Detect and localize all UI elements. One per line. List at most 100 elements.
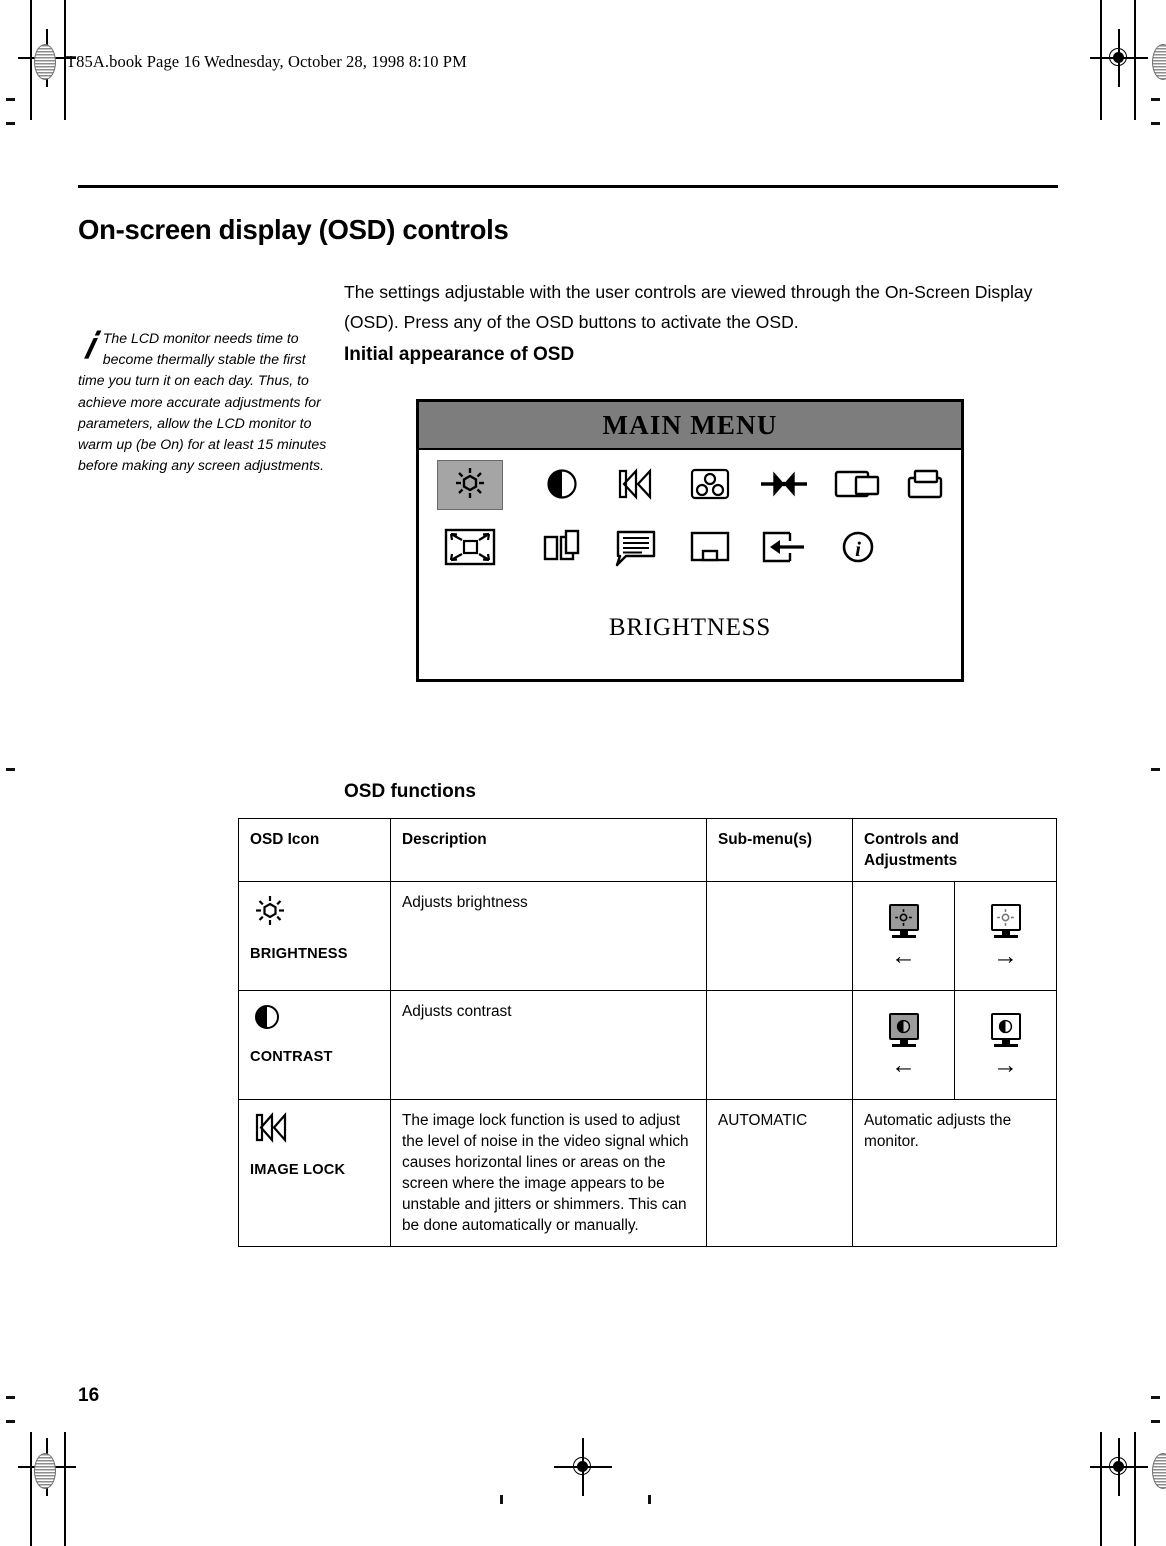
edge-tick-right-lower: [1151, 1396, 1160, 1399]
side-panels-icon: [543, 529, 580, 561]
trim-rule-left-inner-bottom: [64, 1432, 66, 1546]
edge-tick-left-lower2: [6, 1420, 15, 1423]
book-header-line: T85A.book Page 16 Wednesday, October 28,…: [66, 52, 467, 71]
page-title: On-screen display (OSD) controls: [78, 214, 509, 246]
edge-tick-right-middle: [1151, 768, 1160, 771]
row-control-decrease[interactable]: ←: [852, 990, 955, 1100]
left-arrow-icon: ←: [891, 942, 916, 970]
registration-mark-bottom-right: [1090, 1438, 1148, 1496]
subheading-initial-appearance: Initial appearance of OSD: [344, 343, 575, 365]
press-swirl-mark-top-right: [1152, 44, 1166, 80]
language-speech-bubble-icon: [615, 530, 656, 567]
scaling-four-arrows-icon: [444, 528, 496, 566]
row-description: The image lock function is used to adjus…: [390, 1099, 707, 1247]
row-icon-contrast: CONTRAST: [238, 990, 391, 1100]
title-rule: [78, 185, 1058, 188]
osd-item-exit[interactable]: [751, 522, 817, 572]
header-description: Description: [390, 818, 707, 882]
edge-tick-right-lower2: [1151, 1420, 1160, 1423]
osd-item-size[interactable]: [825, 460, 891, 510]
row-control-decrease[interactable]: ←: [852, 881, 955, 991]
osd-selected-label: BRIGHTNESS: [608, 614, 772, 641]
edge-tick-left-upper2: [6, 122, 15, 125]
osd-item-brightness[interactable]: [437, 460, 503, 510]
osd-item-image-lock[interactable]: [603, 460, 669, 510]
row-control-increase[interactable]: →: [953, 881, 1058, 991]
osd-screen-illustration: MAIN MENU i BRIGHTNESS: [416, 399, 964, 682]
edge-tick-right-upper: [1151, 98, 1160, 101]
row-description: Adjusts brightness: [390, 881, 707, 991]
row-icon-brightness: BRIGHTNESS: [238, 881, 391, 991]
trim-rule-left-outer: [30, 0, 32, 120]
row-icon-label: CONTRAST: [250, 1049, 333, 1065]
osd-title-text: MAIN MENU: [602, 409, 778, 440]
subheading-osd-functions: OSD functions: [344, 780, 476, 802]
table-row: BRIGHTNESS Adjusts brightness ← →: [238, 881, 1058, 991]
osd-position-icon: [690, 531, 730, 562]
row-icon-image-lock: IMAGE LOCK: [238, 1099, 391, 1247]
image-lock-chevron-icon: [255, 1112, 287, 1143]
edge-tick-bottom-right: [648, 1495, 651, 1504]
table-header-row: OSD Icon Description Sub-menu(s) Control…: [238, 818, 1058, 882]
info-note: 𝑖 The LCD monitor needs time to become t…: [78, 328, 331, 476]
right-arrow-icon: →: [993, 1051, 1018, 1079]
info-note-text: The LCD monitor needs time to become the…: [78, 330, 327, 474]
osd-item-information[interactable]: i: [825, 522, 891, 572]
left-arrow-icon: ←: [891, 1051, 916, 1079]
contrast-half-circle-icon: [255, 1005, 279, 1029]
intro-paragraph: The settings adjustable with the user co…: [344, 281, 1033, 332]
osd-item-horizontal-position[interactable]: [751, 460, 817, 510]
table-row: CONTRAST Adjusts contrast ← →: [238, 990, 1058, 1100]
color-three-circles-icon: [690, 468, 730, 500]
size-overlapping-rects-icon: [834, 470, 880, 498]
row-icon-label: IMAGE LOCK: [250, 1162, 346, 1178]
brightness-sun-icon: [256, 896, 284, 925]
osd-icon-grid: i: [419, 450, 961, 600]
monitor-low-contrast-icon: [887, 1013, 921, 1051]
edge-tick-bottom-left: [500, 1495, 503, 1504]
information-circle-i-icon: i: [842, 531, 874, 563]
press-swirl-mark-bottom-right: [1152, 1453, 1166, 1489]
horizontal-position-arrows-icon: [761, 471, 807, 497]
brightness-sun-icon: [456, 468, 484, 498]
edge-tick-right-upper2: [1151, 122, 1160, 125]
right-arrow-icon: →: [993, 942, 1018, 970]
registration-mark-bottom-center: [554, 1438, 612, 1496]
osd-item-contrast[interactable]: [529, 460, 595, 510]
header-controls-adjustments: Controls and Adjustments: [851, 818, 1058, 882]
row-controls-text: Automatic adjusts the monitor.: [851, 1099, 1058, 1247]
row-submenu: [706, 881, 853, 991]
trim-rule-right-outer: [1100, 0, 1102, 120]
osd-title-bar: MAIN MENU: [419, 402, 961, 450]
monitor-dim-icon: [887, 904, 921, 942]
row-control-increase[interactable]: →: [953, 990, 1058, 1100]
osd-functions-table: OSD Icon Description Sub-menu(s) Control…: [238, 818, 1058, 1247]
contrast-half-circle-icon: [547, 469, 577, 499]
osd-item-vertical-position[interactable]: [893, 460, 959, 510]
registration-mark-top-right: [1090, 29, 1148, 87]
press-swirl-mark-top-left: [34, 44, 56, 80]
osd-item-scaling[interactable]: [437, 522, 503, 572]
info-i-icon: 𝑖: [84, 326, 94, 367]
osd-item-language[interactable]: [603, 522, 669, 572]
osd-item-color[interactable]: [677, 460, 743, 510]
trim-rule-right-inner: [1134, 0, 1136, 120]
osd-item-side-panels[interactable]: [529, 522, 595, 572]
monitor-bright-icon: [989, 904, 1023, 942]
trim-rule-left-outer-bottom: [30, 1432, 32, 1546]
table-row: IMAGE LOCK The image lock function is us…: [238, 1099, 1058, 1247]
exit-arrow-icon: [762, 531, 804, 563]
monitor-high-contrast-icon: [989, 1013, 1023, 1051]
header-submenu: Sub-menu(s): [706, 818, 853, 882]
svg-text:i: i: [855, 537, 861, 561]
press-swirl-mark-bottom-left: [34, 1453, 56, 1489]
osd-item-osd-position[interactable]: [677, 522, 743, 572]
row-description: Adjusts contrast: [390, 990, 707, 1100]
row-submenu: AUTOMATIC: [706, 1099, 853, 1247]
vertical-position-icon: [907, 469, 943, 499]
trim-rule-right-inner-bottom: [1134, 1432, 1136, 1546]
image-lock-chevron-icon: [618, 468, 652, 500]
row-icon-label: BRIGHTNESS: [250, 946, 348, 962]
row-submenu: [706, 990, 853, 1100]
edge-tick-left-upper: [6, 98, 15, 101]
